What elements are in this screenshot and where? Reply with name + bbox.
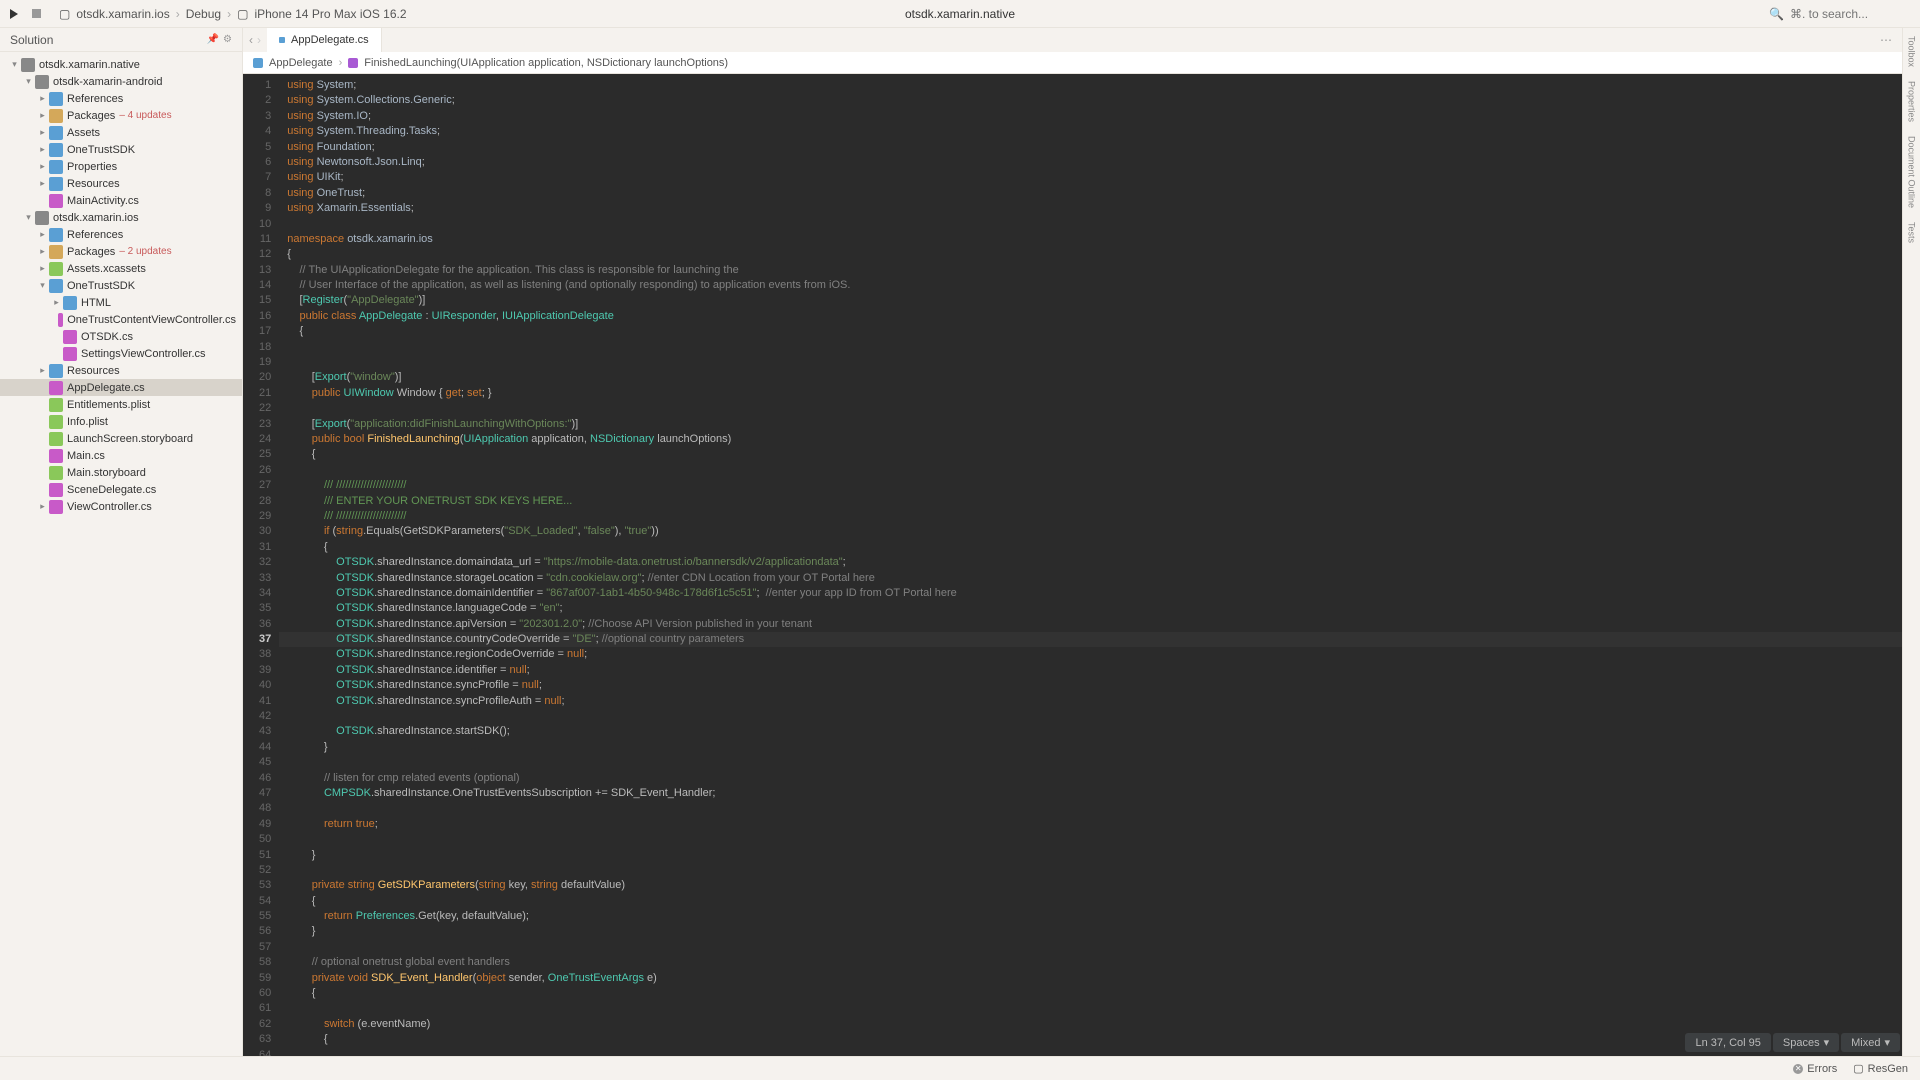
resgen-icon: ▢ [1853, 1062, 1863, 1075]
tree-item[interactable]: ▸OneTrustSDK [0, 141, 242, 158]
stop-button[interactable] [32, 9, 41, 18]
chevron-right-icon: › [227, 7, 231, 21]
member-breadcrumb[interactable]: AppDelegate › FinishedLaunching(UIApplic… [243, 52, 1902, 74]
tab-overflow-icon[interactable]: ⋯ [1870, 33, 1902, 47]
chevron-right-icon: › [176, 7, 180, 21]
tree-item[interactable]: ▸References [0, 226, 242, 243]
right-tool-rail: Toolbox Properties Document Outline Tests [1902, 28, 1920, 1056]
tree-item[interactable]: ▾otsdk.xamarin.ios [0, 209, 242, 226]
tab-active[interactable]: AppDelegate.cs [267, 28, 382, 52]
pin-icon[interactable]: 📌 [207, 34, 219, 45]
sidebar-title: Solution [10, 33, 53, 47]
run-project: otsdk.xamarin.ios [76, 7, 169, 21]
sidebar-header: Solution 📌 ⚙ [0, 28, 242, 52]
tree-item[interactable]: ▾OneTrustSDK [0, 277, 242, 294]
tree-item[interactable]: ▸Resources [0, 175, 242, 192]
run-button[interactable] [10, 9, 18, 19]
window-title: otsdk.xamarin.native [905, 7, 1015, 21]
nav-forward-icon[interactable]: › [257, 33, 261, 47]
chevron-down-icon: ▾ [1824, 1036, 1830, 1049]
tree-item[interactable]: ▸HTML [0, 294, 242, 311]
tree-item[interactable]: ▸References [0, 90, 242, 107]
breadcrumb-class: AppDelegate [269, 57, 333, 69]
device-icon: ▢ [237, 7, 248, 21]
tree-item[interactable]: ▸Assets.xcassets [0, 260, 242, 277]
tree-item[interactable]: ▸Resources [0, 362, 242, 379]
run-config-breadcrumb[interactable]: ▢ otsdk.xamarin.ios › Debug › ▢ iPhone 1… [59, 7, 407, 21]
tab-bar: ‹ › AppDelegate.cs ⋯ [243, 28, 1902, 52]
global-search[interactable]: 🔍 [1769, 7, 1910, 21]
errors-panel-toggle[interactable]: ✕ Errors [1793, 1063, 1837, 1075]
rail-document-outline[interactable]: Document Outline [1907, 136, 1917, 208]
tree-item[interactable]: ▸Assets [0, 124, 242, 141]
rail-tests[interactable]: Tests [1907, 222, 1917, 243]
tree-item[interactable]: ▸Packages– 4 updates [0, 107, 242, 124]
solution-sidebar: Solution 📌 ⚙ ▾otsdk.xamarin.native▾otsdk… [0, 28, 243, 1056]
project-icon: ▢ [59, 7, 70, 21]
class-icon [253, 58, 263, 68]
tree-item[interactable]: SceneDelegate.cs [0, 481, 242, 498]
method-icon [348, 58, 358, 68]
line-ending[interactable]: Mixed▾ [1841, 1033, 1900, 1052]
tree-item[interactable]: LaunchScreen.storyboard [0, 430, 242, 447]
search-icon: 🔍 [1769, 7, 1784, 21]
tree-item[interactable]: ▸Properties [0, 158, 242, 175]
editor-statusbar: Ln 37, Col 95 Spaces▾ Mixed▾ [1685, 1033, 1900, 1052]
resgen-panel-toggle[interactable]: ▢ ResGen [1853, 1062, 1908, 1075]
chevron-right-icon: › [339, 57, 343, 69]
nav-back-icon[interactable]: ‹ [249, 33, 253, 47]
gear-icon[interactable]: ⚙ [223, 34, 232, 45]
chevron-down-icon: ▾ [1884, 1036, 1890, 1049]
tree-item[interactable]: Main.cs [0, 447, 242, 464]
tree-item[interactable]: OTSDK.cs [0, 328, 242, 345]
tree-item[interactable]: Entitlements.plist [0, 396, 242, 413]
search-input[interactable] [1790, 7, 1910, 21]
cursor-position[interactable]: Ln 37, Col 95 [1685, 1033, 1770, 1052]
run-config: Debug [186, 7, 221, 21]
top-toolbar: ▢ otsdk.xamarin.ios › Debug › ▢ iPhone 1… [0, 0, 1920, 28]
tree-item[interactable]: Main.storyboard [0, 464, 242, 481]
tree-item[interactable]: Info.plist [0, 413, 242, 430]
tree-item[interactable]: MainActivity.cs [0, 192, 242, 209]
solution-tree[interactable]: ▾otsdk.xamarin.native▾otsdk-xamarin-andr… [0, 52, 242, 1056]
tree-item[interactable]: AppDelegate.cs [0, 379, 242, 396]
error-icon: ✕ [1793, 1064, 1803, 1074]
tree-item[interactable]: ▾otsdk.xamarin.native [0, 56, 242, 73]
tree-item[interactable]: ▾otsdk-xamarin-android [0, 73, 242, 90]
bottom-status-bar: ✕ Errors ▢ ResGen [0, 1056, 1920, 1080]
tab-nav: ‹ › [243, 33, 267, 47]
tree-item[interactable]: ▸Packages– 2 updates [0, 243, 242, 260]
code-editor[interactable]: 1234567891011121314151617181920212223242… [243, 74, 1902, 1056]
indent-mode[interactable]: Spaces▾ [1773, 1033, 1839, 1052]
tree-item[interactable]: OneTrustContentViewController.cs [0, 311, 242, 328]
tab-label: AppDelegate.cs [291, 34, 369, 46]
editor-area: ‹ › AppDelegate.cs ⋯ AppDelegate › Finis… [243, 28, 1902, 1056]
tree-item[interactable]: ▸ViewController.cs [0, 498, 242, 515]
run-device: iPhone 14 Pro Max iOS 16.2 [254, 7, 406, 21]
csharp-file-icon [279, 37, 285, 43]
tree-item[interactable]: SettingsViewController.cs [0, 345, 242, 362]
rail-properties[interactable]: Properties [1907, 81, 1917, 122]
rail-toolbox[interactable]: Toolbox [1907, 36, 1917, 67]
breadcrumb-method: FinishedLaunching(UIApplication applicat… [364, 57, 728, 69]
